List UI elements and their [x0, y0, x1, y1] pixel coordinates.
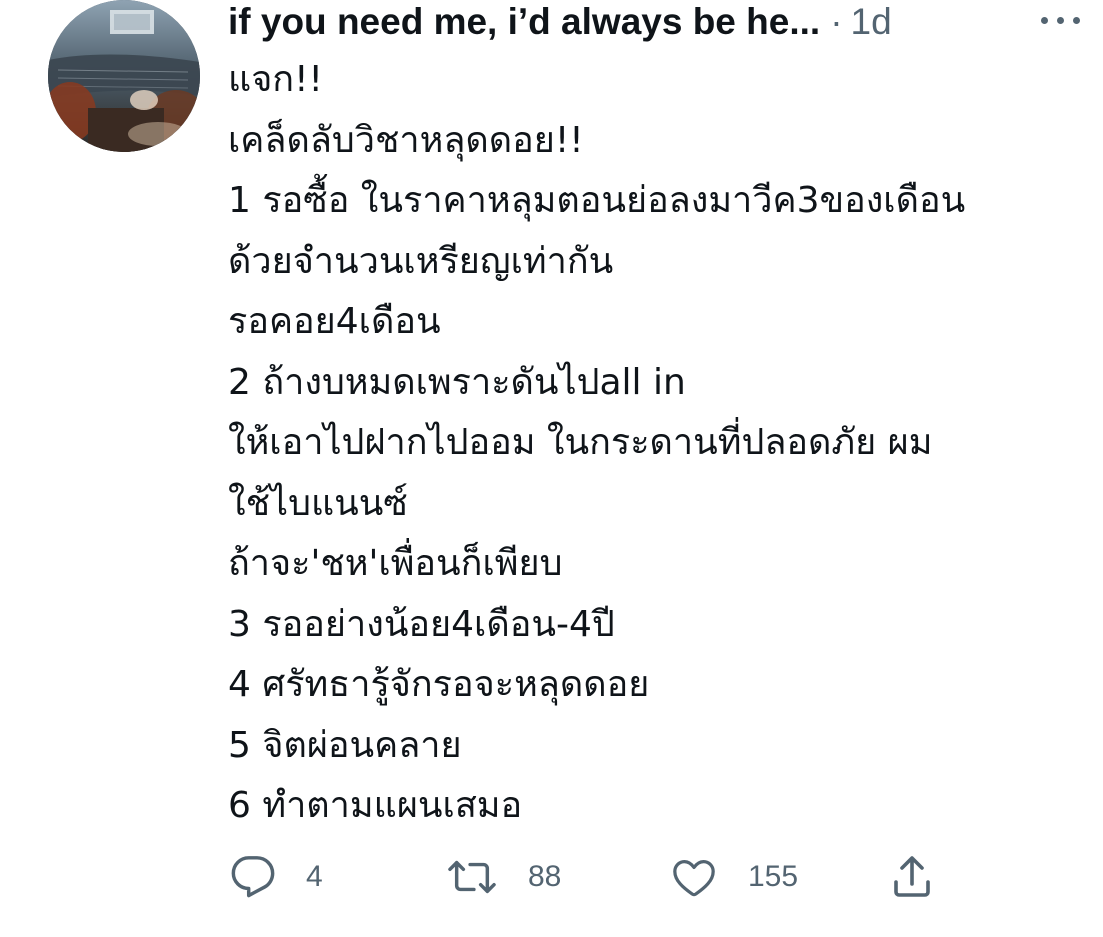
retweet-button[interactable]: 88 — [446, 850, 561, 904]
timestamp[interactable]: 1d — [851, 1, 892, 43]
avatar-photo — [48, 0, 200, 152]
more-dots-icon[interactable] — [1030, 0, 1090, 40]
separator-dot: · — [830, 1, 843, 42]
tweet-line: 2 ถ้างบหมดเพราะดันไปall in — [228, 361, 686, 403]
tweet[interactable]: if you need me, i’d always be he... · 1d… — [0, 0, 1103, 937]
tweet-line: ใช้ไบแนนซ์ — [228, 482, 408, 524]
avatar[interactable] — [48, 0, 200, 152]
tweet-header: if you need me, i’d always be he... · 1d — [228, 0, 1088, 44]
tweet-line: แจก!! — [228, 59, 323, 100]
tweet-line: ให้เอาไปฝากไปออม ในกระดานที่ปลอดภัย ผม — [228, 422, 933, 463]
reply-count: 4 — [306, 860, 323, 893]
tweet-actions: 4 88 155 — [228, 850, 1088, 904]
tweet-line: 3 รออย่างน้อย4เดือน-4ปี — [228, 603, 615, 645]
reply-bubble-icon — [231, 856, 275, 898]
share-upload-icon — [894, 856, 930, 897]
tweet-line: 6 ทำตามแผนเสมอ — [228, 785, 523, 826]
tweet-line: 5 จิตผ่อนคลาย — [228, 724, 462, 766]
tweet-line: 4 ศรัทธารู้จักรอจะหลุดดอย — [228, 664, 650, 705]
tweet-line: ถ้าจะ'ชห'เพื่อนก็เพียบ — [228, 543, 563, 584]
tweet-line: ด้วยจำนวนเหรียญเท่ากัน — [228, 240, 614, 282]
tweet-line: รอคอย4เดือน — [228, 301, 441, 342]
tweet-text: แจก!! เคล็ดลับวิชาหลุดดอย!! 1 รอซื้อ ในร… — [228, 50, 1088, 837]
like-count: 155 — [748, 860, 799, 893]
retweet-count: 88 — [528, 860, 562, 893]
share-button[interactable] — [888, 850, 936, 904]
heart-icon — [673, 860, 715, 897]
tweet-line: 1 รอซื้อ ในราคาหลุมตอนย่อลงมาวีค3ของเดือ… — [228, 180, 966, 221]
display-name[interactable]: if you need me, i’d always be he... — [228, 1, 820, 43]
like-button[interactable]: 155 — [670, 850, 798, 904]
retweet-arrows-icon — [448, 860, 496, 894]
reply-button[interactable]: 4 — [230, 850, 323, 904]
tweet-line: เคล็ดลับวิชาหลุดดอย!! — [228, 119, 584, 161]
